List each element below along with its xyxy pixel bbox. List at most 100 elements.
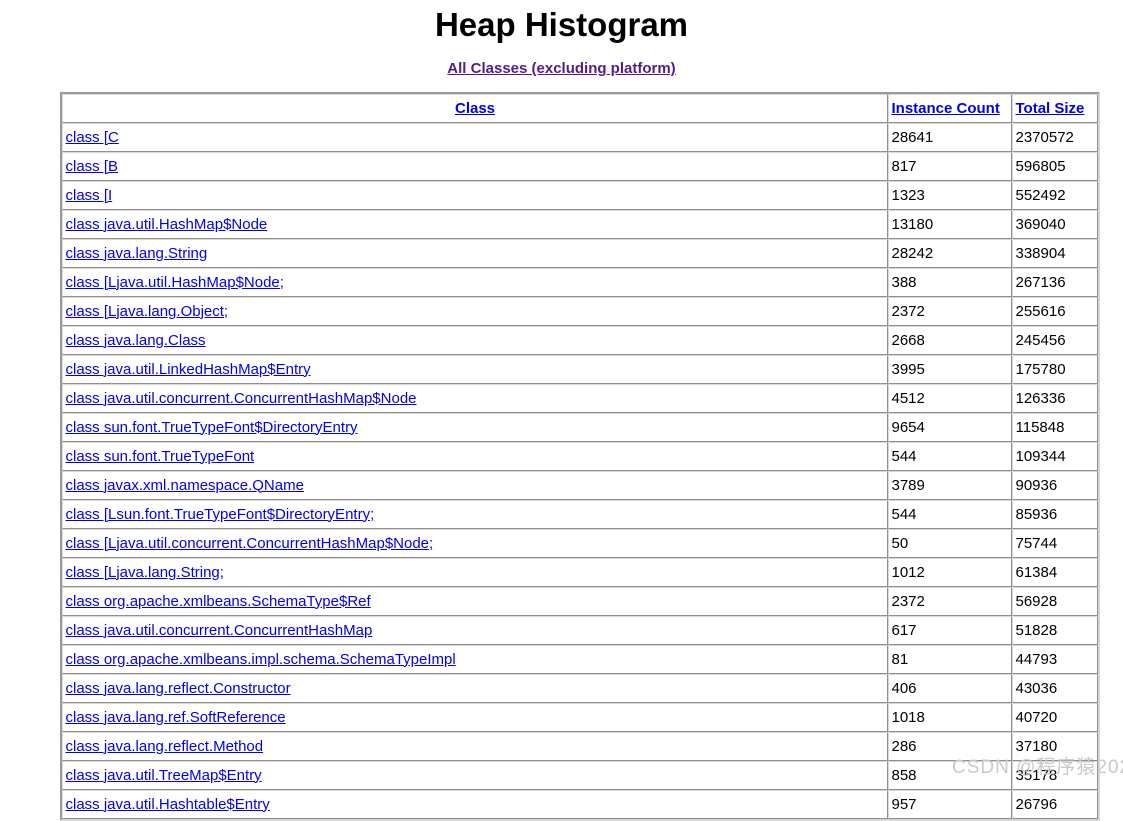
sort-by-class-link[interactable]: Class xyxy=(455,100,495,117)
class-detail-link[interactable]: class java.lang.Class xyxy=(66,332,206,349)
cell-instance-count: 2668 xyxy=(887,326,1012,355)
class-detail-link[interactable]: class java.util.HashMap$Node xyxy=(66,216,268,233)
cell-total-size: 338904 xyxy=(1011,239,1098,268)
cell-class[interactable]: class [Ljava.util.HashMap$Node; xyxy=(61,268,888,297)
cell-instance-count: 1323 xyxy=(887,181,1012,210)
cell-class[interactable]: class java.lang.reflect.Method xyxy=(61,732,888,761)
table-row: class java.util.HashMap$Node 13180 369040 xyxy=(61,210,1098,239)
table-row: class org.apache.xmlbeans.SchemaType$Ref… xyxy=(61,587,1098,616)
cell-instance-count: 2372 xyxy=(887,297,1012,326)
cell-total-size: 115848 xyxy=(1011,413,1098,442)
cell-class[interactable]: class java.util.HashMap$Node xyxy=(61,210,888,239)
column-header-instance-count[interactable]: Instance Count xyxy=(887,94,1012,123)
cell-total-size: 43036 xyxy=(1011,674,1098,703)
class-detail-link[interactable]: class javax.xml.namespace.QName xyxy=(66,477,304,494)
cell-instance-count: 81 xyxy=(887,645,1012,674)
class-detail-link[interactable]: class sun.font.TrueTypeFont$DirectoryEnt… xyxy=(66,419,358,436)
cell-total-size: 596805 xyxy=(1011,152,1098,181)
cell-class[interactable]: class java.util.LinkedHashMap$Entry xyxy=(61,355,888,384)
cell-class[interactable]: class [Lsun.font.TrueTypeFont$DirectoryE… xyxy=(61,500,888,529)
cell-class[interactable]: class [Ljava.lang.String; xyxy=(61,558,888,587)
cell-class[interactable]: class java.util.concurrent.ConcurrentHas… xyxy=(61,384,888,413)
cell-total-size: 35178 xyxy=(1011,761,1098,790)
cell-total-size: 369040 xyxy=(1011,210,1098,239)
table-row: class java.util.TreeMap$Entry 858 35178 xyxy=(61,761,1098,790)
class-detail-link[interactable]: class java.lang.ref.SoftReference xyxy=(66,709,286,726)
cell-total-size: 126336 xyxy=(1011,384,1098,413)
cell-class[interactable]: class [Ljava.lang.Object; xyxy=(61,297,888,326)
table-row: class sun.font.TrueTypeFont$DirectoryEnt… xyxy=(61,413,1098,442)
table-row: class java.lang.reflect.Constructor 406 43… xyxy=(61,674,1098,703)
class-detail-link[interactable]: class java.lang.reflect.Constructor xyxy=(66,680,291,697)
subtitle-container: All Classes (excluding platform) xyxy=(0,60,1123,78)
cell-class[interactable]: class java.util.concurrent.ConcurrentHas… xyxy=(61,616,888,645)
table-row: class [I 1323 552492 xyxy=(61,181,1098,210)
class-detail-link[interactable]: class org.apache.xmlbeans.SchemaType$Ref xyxy=(66,593,371,610)
cell-instance-count: 9654 xyxy=(887,413,1012,442)
class-detail-link[interactable]: class java.util.concurrent.ConcurrentHas… xyxy=(66,390,417,407)
cell-class[interactable]: class [B xyxy=(61,152,888,181)
cell-class[interactable]: class org.apache.xmlbeans.impl.schema.Sc… xyxy=(61,645,888,674)
class-detail-link[interactable]: class [Ljava.util.HashMap$Node; xyxy=(66,274,284,291)
cell-instance-count: 406 xyxy=(887,674,1012,703)
cell-class[interactable]: class [I xyxy=(61,181,888,210)
column-header-total-size[interactable]: Total Size xyxy=(1011,94,1098,123)
cell-instance-count: 286 xyxy=(887,732,1012,761)
cell-class[interactable]: class java.util.Hashtable$Entry xyxy=(61,790,888,819)
cell-instance-count: 3789 xyxy=(887,471,1012,500)
cell-total-size: 44793 xyxy=(1011,645,1098,674)
cell-total-size: 51828 xyxy=(1011,616,1098,645)
cell-instance-count: 3995 xyxy=(887,355,1012,384)
cell-total-size: 40720 xyxy=(1011,703,1098,732)
cell-class[interactable]: class org.apache.xmlbeans.SchemaType$Ref xyxy=(61,587,888,616)
table-row: class [Ljava.util.HashMap$Node; 388 267136 xyxy=(61,268,1098,297)
cell-instance-count: 388 xyxy=(887,268,1012,297)
class-detail-link[interactable]: class [B xyxy=(66,158,119,175)
class-detail-link[interactable]: class [I xyxy=(66,187,113,204)
cell-instance-count: 957 xyxy=(887,790,1012,819)
table-row: class [Ljava.lang.Object; 2372 255616 xyxy=(61,297,1098,326)
table-header-row: Class Instance Count Total Size xyxy=(61,94,1098,123)
cell-total-size: 90936 xyxy=(1011,471,1098,500)
cell-class[interactable]: class [C xyxy=(61,123,888,152)
cell-total-size: 85936 xyxy=(1011,500,1098,529)
cell-total-size: 26796 xyxy=(1011,790,1098,819)
cell-instance-count: 617 xyxy=(887,616,1012,645)
cell-total-size: 267136 xyxy=(1011,268,1098,297)
heap-histogram-table: Class Instance Count Total Size class [C… xyxy=(59,92,1100,821)
class-detail-link[interactable]: class [Ljava.lang.String; xyxy=(66,564,224,581)
column-header-class[interactable]: Class xyxy=(61,94,888,123)
class-detail-link[interactable]: class sun.font.TrueTypeFont xyxy=(66,448,255,465)
cell-class[interactable]: class java.lang.Class xyxy=(61,326,888,355)
cell-class[interactable]: class javax.xml.namespace.QName xyxy=(61,471,888,500)
class-detail-link[interactable]: class java.util.Hashtable$Entry xyxy=(66,796,270,813)
class-detail-link[interactable]: class java.lang.String xyxy=(66,245,208,262)
table-row: class [Ljava.lang.String; 1012 61384 xyxy=(61,558,1098,587)
cell-total-size: 552492 xyxy=(1011,181,1098,210)
sort-by-instance-count-link[interactable]: Instance Count xyxy=(892,100,1000,117)
all-classes-link[interactable]: All Classes (excluding platform) xyxy=(447,60,675,77)
heap-histogram-page: Heap Histogram All Classes (excluding pl… xyxy=(0,0,1123,821)
cell-class[interactable]: class java.lang.ref.SoftReference xyxy=(61,703,888,732)
cell-class[interactable]: class [Ljava.util.concurrent.ConcurrentH… xyxy=(61,529,888,558)
table-row: class java.lang.reflect.Method 286 37180 xyxy=(61,732,1098,761)
cell-class[interactable]: class java.lang.String xyxy=(61,239,888,268)
class-detail-link[interactable]: class java.util.TreeMap$Entry xyxy=(66,767,262,784)
class-detail-link[interactable]: class java.util.LinkedHashMap$Entry xyxy=(66,361,311,378)
class-detail-link[interactable]: class [C xyxy=(66,129,119,146)
cell-class[interactable]: class java.lang.reflect.Constructor xyxy=(61,674,888,703)
table-header: Class Instance Count Total Size xyxy=(61,94,1098,123)
table-row: class java.util.concurrent.ConcurrentHas… xyxy=(61,384,1098,413)
cell-instance-count: 28242 xyxy=(887,239,1012,268)
class-detail-link[interactable]: class org.apache.xmlbeans.impl.schema.Sc… xyxy=(66,651,456,668)
class-detail-link[interactable]: class [Lsun.font.TrueTypeFont$DirectoryE… xyxy=(66,506,375,523)
sort-by-total-size-link[interactable]: Total Size xyxy=(1016,100,1085,117)
cell-class[interactable]: class sun.font.TrueTypeFont$DirectoryEnt… xyxy=(61,413,888,442)
class-detail-link[interactable]: class [Ljava.lang.Object; xyxy=(66,303,229,320)
cell-class[interactable]: class java.util.TreeMap$Entry xyxy=(61,761,888,790)
class-detail-link[interactable]: class java.lang.reflect.Method xyxy=(66,738,264,755)
table-row: class org.apache.xmlbeans.impl.schema.Sc… xyxy=(61,645,1098,674)
cell-class[interactable]: class sun.font.TrueTypeFont xyxy=(61,442,888,471)
class-detail-link[interactable]: class [Ljava.util.concurrent.ConcurrentH… xyxy=(66,535,434,552)
class-detail-link[interactable]: class java.util.concurrent.ConcurrentHas… xyxy=(66,622,373,639)
